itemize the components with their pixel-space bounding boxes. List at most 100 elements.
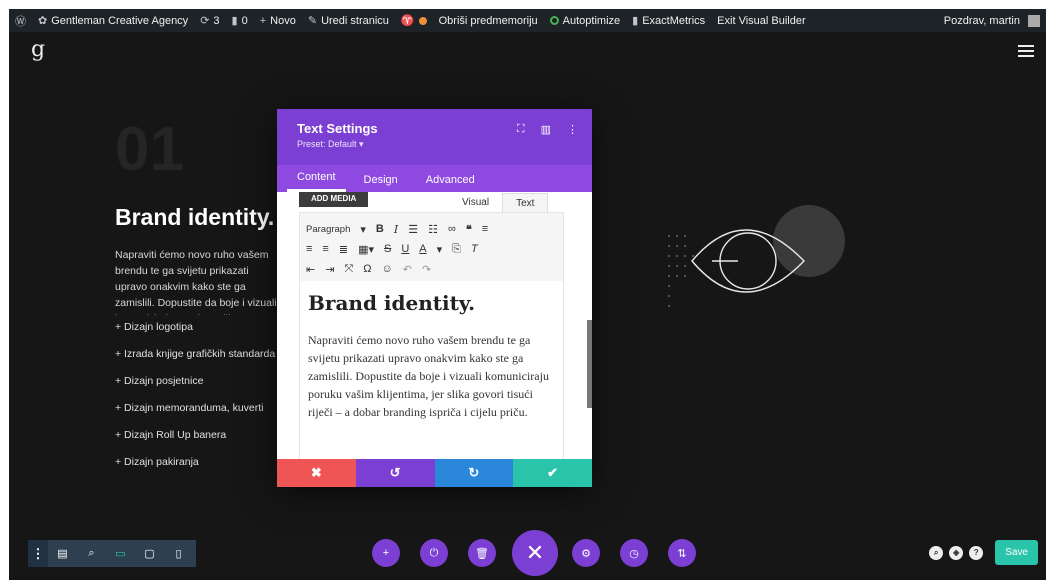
split-view-icon[interactable]: ▥ xyxy=(541,123,551,136)
modal-scrollbar[interactable] xyxy=(587,320,592,408)
clear-cache-label: Obriši predmemoriju xyxy=(438,14,538,27)
justify-icon[interactable]: ≣ xyxy=(339,243,348,256)
yoast-menu[interactable]: ♈ xyxy=(395,9,433,32)
list-item: + Dizajn memoranduma, kuverti xyxy=(115,402,264,414)
clear-cache-menu[interactable]: Obriši predmemoriju xyxy=(433,9,544,32)
sort-icon: ⇅ xyxy=(677,547,687,560)
more-options-icon[interactable]: ⋮ xyxy=(567,123,578,136)
undo-icon[interactable]: ↶ xyxy=(403,263,412,276)
align-left-icon[interactable]: ≡ xyxy=(482,223,488,235)
rich-text-editor: Paragraph ▾ B I ☰ ☷ ∞ ❝ ≡ ≡ ≡ ≣ ▦▾ S U A… xyxy=(299,212,564,459)
tab-text[interactable]: Text xyxy=(502,193,549,213)
page-settings-button[interactable]: ⚙ xyxy=(572,539,600,567)
tab-advanced[interactable]: Advanced xyxy=(416,165,485,192)
text-color-icon[interactable]: A xyxy=(419,243,426,255)
outdent-icon[interactable]: ⇤ xyxy=(306,263,315,276)
wordpress-icon: Ⓦ xyxy=(15,15,26,28)
numbered-list-icon[interactable]: ☷ xyxy=(428,223,438,236)
modal-footer: ✖ ↺ ↻ ✔ xyxy=(277,459,592,487)
fullscreen-icon[interactable]: ⤧ xyxy=(344,263,353,276)
clock-icon: ◷ xyxy=(629,547,639,560)
align-center-icon[interactable]: ≡ xyxy=(306,243,312,255)
tab-design[interactable]: Design xyxy=(354,165,408,192)
cancel-button[interactable]: ✖ xyxy=(277,459,356,487)
new-menu[interactable]: + Novo xyxy=(254,9,302,32)
italic-icon[interactable]: I xyxy=(394,223,398,236)
strikethrough-icon[interactable]: S xyxy=(384,243,391,255)
edit-page-menu[interactable]: ✎ Uredi stranicu xyxy=(302,9,395,32)
check-icon: ✔ xyxy=(547,465,559,480)
updates-menu[interactable]: ⟳ 3 xyxy=(194,9,225,32)
blockquote-icon[interactable]: ❝ xyxy=(466,223,472,236)
portability-button[interactable]: ⏻ xyxy=(420,539,448,567)
bold-icon[interactable]: B xyxy=(376,223,384,235)
list-item: + Dizajn pakiranja xyxy=(115,456,199,468)
phone-view-icon[interactable]: ▯ xyxy=(164,547,193,560)
builder-action-bar: + ⏻ 🗑 ✕ ⚙ ◷ ⇅ xyxy=(372,530,697,576)
desktop-view-icon[interactable]: ▭ xyxy=(106,547,135,560)
redo-icon[interactable]: ↷ xyxy=(422,263,431,276)
table-icon[interactable]: ▦▾ xyxy=(358,243,374,256)
close-builder-button[interactable]: ✕ xyxy=(512,530,558,576)
site-name-menu[interactable]: ✿ Gentleman Creative Agency xyxy=(32,9,194,32)
wireframe-view-icon[interactable]: ▤ xyxy=(48,547,77,560)
search-icon[interactable]: ⌕ xyxy=(929,545,944,560)
section-paragraph: Napraviti ćemo novo ruho vašem brendu te… xyxy=(115,249,277,315)
reorder-button[interactable]: ⇅ xyxy=(668,539,696,567)
refresh-icon: ⟳ xyxy=(200,15,210,27)
list-item: + Dizajn logotipa xyxy=(115,321,193,333)
layers-icon[interactable]: ◈ xyxy=(949,545,964,560)
section-number: 01 xyxy=(115,115,184,184)
paste-text-icon[interactable]: ⎘ xyxy=(452,243,461,256)
exit-builder-label: Exit Visual Builder xyxy=(717,14,806,27)
emoji-icon[interactable]: ☺ xyxy=(381,263,392,275)
tablet-view-icon[interactable]: ▢ xyxy=(135,547,164,560)
clear-format-icon[interactable]: T xyxy=(471,243,478,255)
admin-bar: Ⓦ ✿ Gentleman Creative Agency ⟳ 3 ▮ 0 + Novo… xyxy=(9,9,1046,32)
underline-icon[interactable]: U xyxy=(401,243,409,255)
special-character-icon[interactable]: Ω xyxy=(363,263,371,275)
save-button[interactable]: Save xyxy=(995,540,1038,565)
align-right-icon[interactable]: ≡ xyxy=(322,243,328,255)
history-button[interactable]: ◷ xyxy=(620,539,648,567)
indent-icon[interactable]: ⇥ xyxy=(325,263,334,276)
tab-visual[interactable]: Visual xyxy=(449,193,502,213)
editor-content[interactable]: Brand identity. Napraviti ćemo novo ruho… xyxy=(300,281,563,431)
updates-count: 3 xyxy=(213,14,220,27)
chevron-down-icon[interactable]: ▾ xyxy=(437,243,443,256)
autoptimize-label: Autoptimize xyxy=(562,14,621,27)
save-changes-button[interactable]: ✔ xyxy=(513,459,592,487)
list-item: + Dizajn posjetnice xyxy=(115,375,204,387)
content-heading: Brand identity. xyxy=(308,291,476,315)
pencil-icon: ✎ xyxy=(307,15,318,27)
tab-content[interactable]: Content xyxy=(287,165,346,192)
site-logo[interactable]: g xyxy=(31,37,45,62)
format-select[interactable]: Paragraph xyxy=(306,224,350,235)
trash-icon: 🗑 xyxy=(475,547,489,560)
autoptimize-menu[interactable]: Autoptimize xyxy=(544,9,626,32)
more-options-icon[interactable]: ⋮ xyxy=(28,540,48,567)
comment-icon: ▮ xyxy=(231,15,238,27)
exit-builder-link[interactable]: Exit Visual Builder xyxy=(711,9,811,32)
zoom-icon[interactable]: ⌕ xyxy=(77,547,106,560)
preset-selector[interactable]: Preset: Default ▾ xyxy=(297,139,572,150)
exactmetrics-menu[interactable]: ▮ ExactMetrics xyxy=(626,9,711,32)
expand-icon[interactable]: ⛶ xyxy=(517,123,525,136)
link-icon[interactable]: ∞ xyxy=(448,223,456,235)
eye-illustration-icon xyxy=(668,229,805,307)
comments-menu[interactable]: ▮ 0 xyxy=(226,9,254,32)
modal-body: ADD MEDIA Visual Text Paragraph ▾ B I ☰ … xyxy=(277,192,592,459)
clear-layout-button[interactable]: 🗑 xyxy=(468,539,496,567)
help-icon[interactable]: ? xyxy=(969,545,984,560)
account-menu[interactable]: Pozdrav, martin xyxy=(938,9,1046,32)
close-icon: ✖ xyxy=(310,465,322,480)
hamburger-menu-icon[interactable] xyxy=(1018,45,1034,60)
undo-button[interactable]: ↺ xyxy=(355,459,435,487)
redo-button[interactable]: ↻ xyxy=(434,459,514,487)
wp-logo-menu[interactable]: Ⓦ xyxy=(9,9,32,32)
add-module-button[interactable]: + xyxy=(372,539,400,567)
chevron-down-icon[interactable]: ▾ xyxy=(360,223,366,236)
bullet-list-icon[interactable]: ☰ xyxy=(408,223,418,236)
editor-toolbar: Paragraph ▾ B I ☰ ☷ ∞ ❝ ≡ ≡ ≡ ≣ ▦▾ S U A… xyxy=(300,213,563,281)
add-media-button[interactable]: ADD MEDIA xyxy=(299,192,369,207)
